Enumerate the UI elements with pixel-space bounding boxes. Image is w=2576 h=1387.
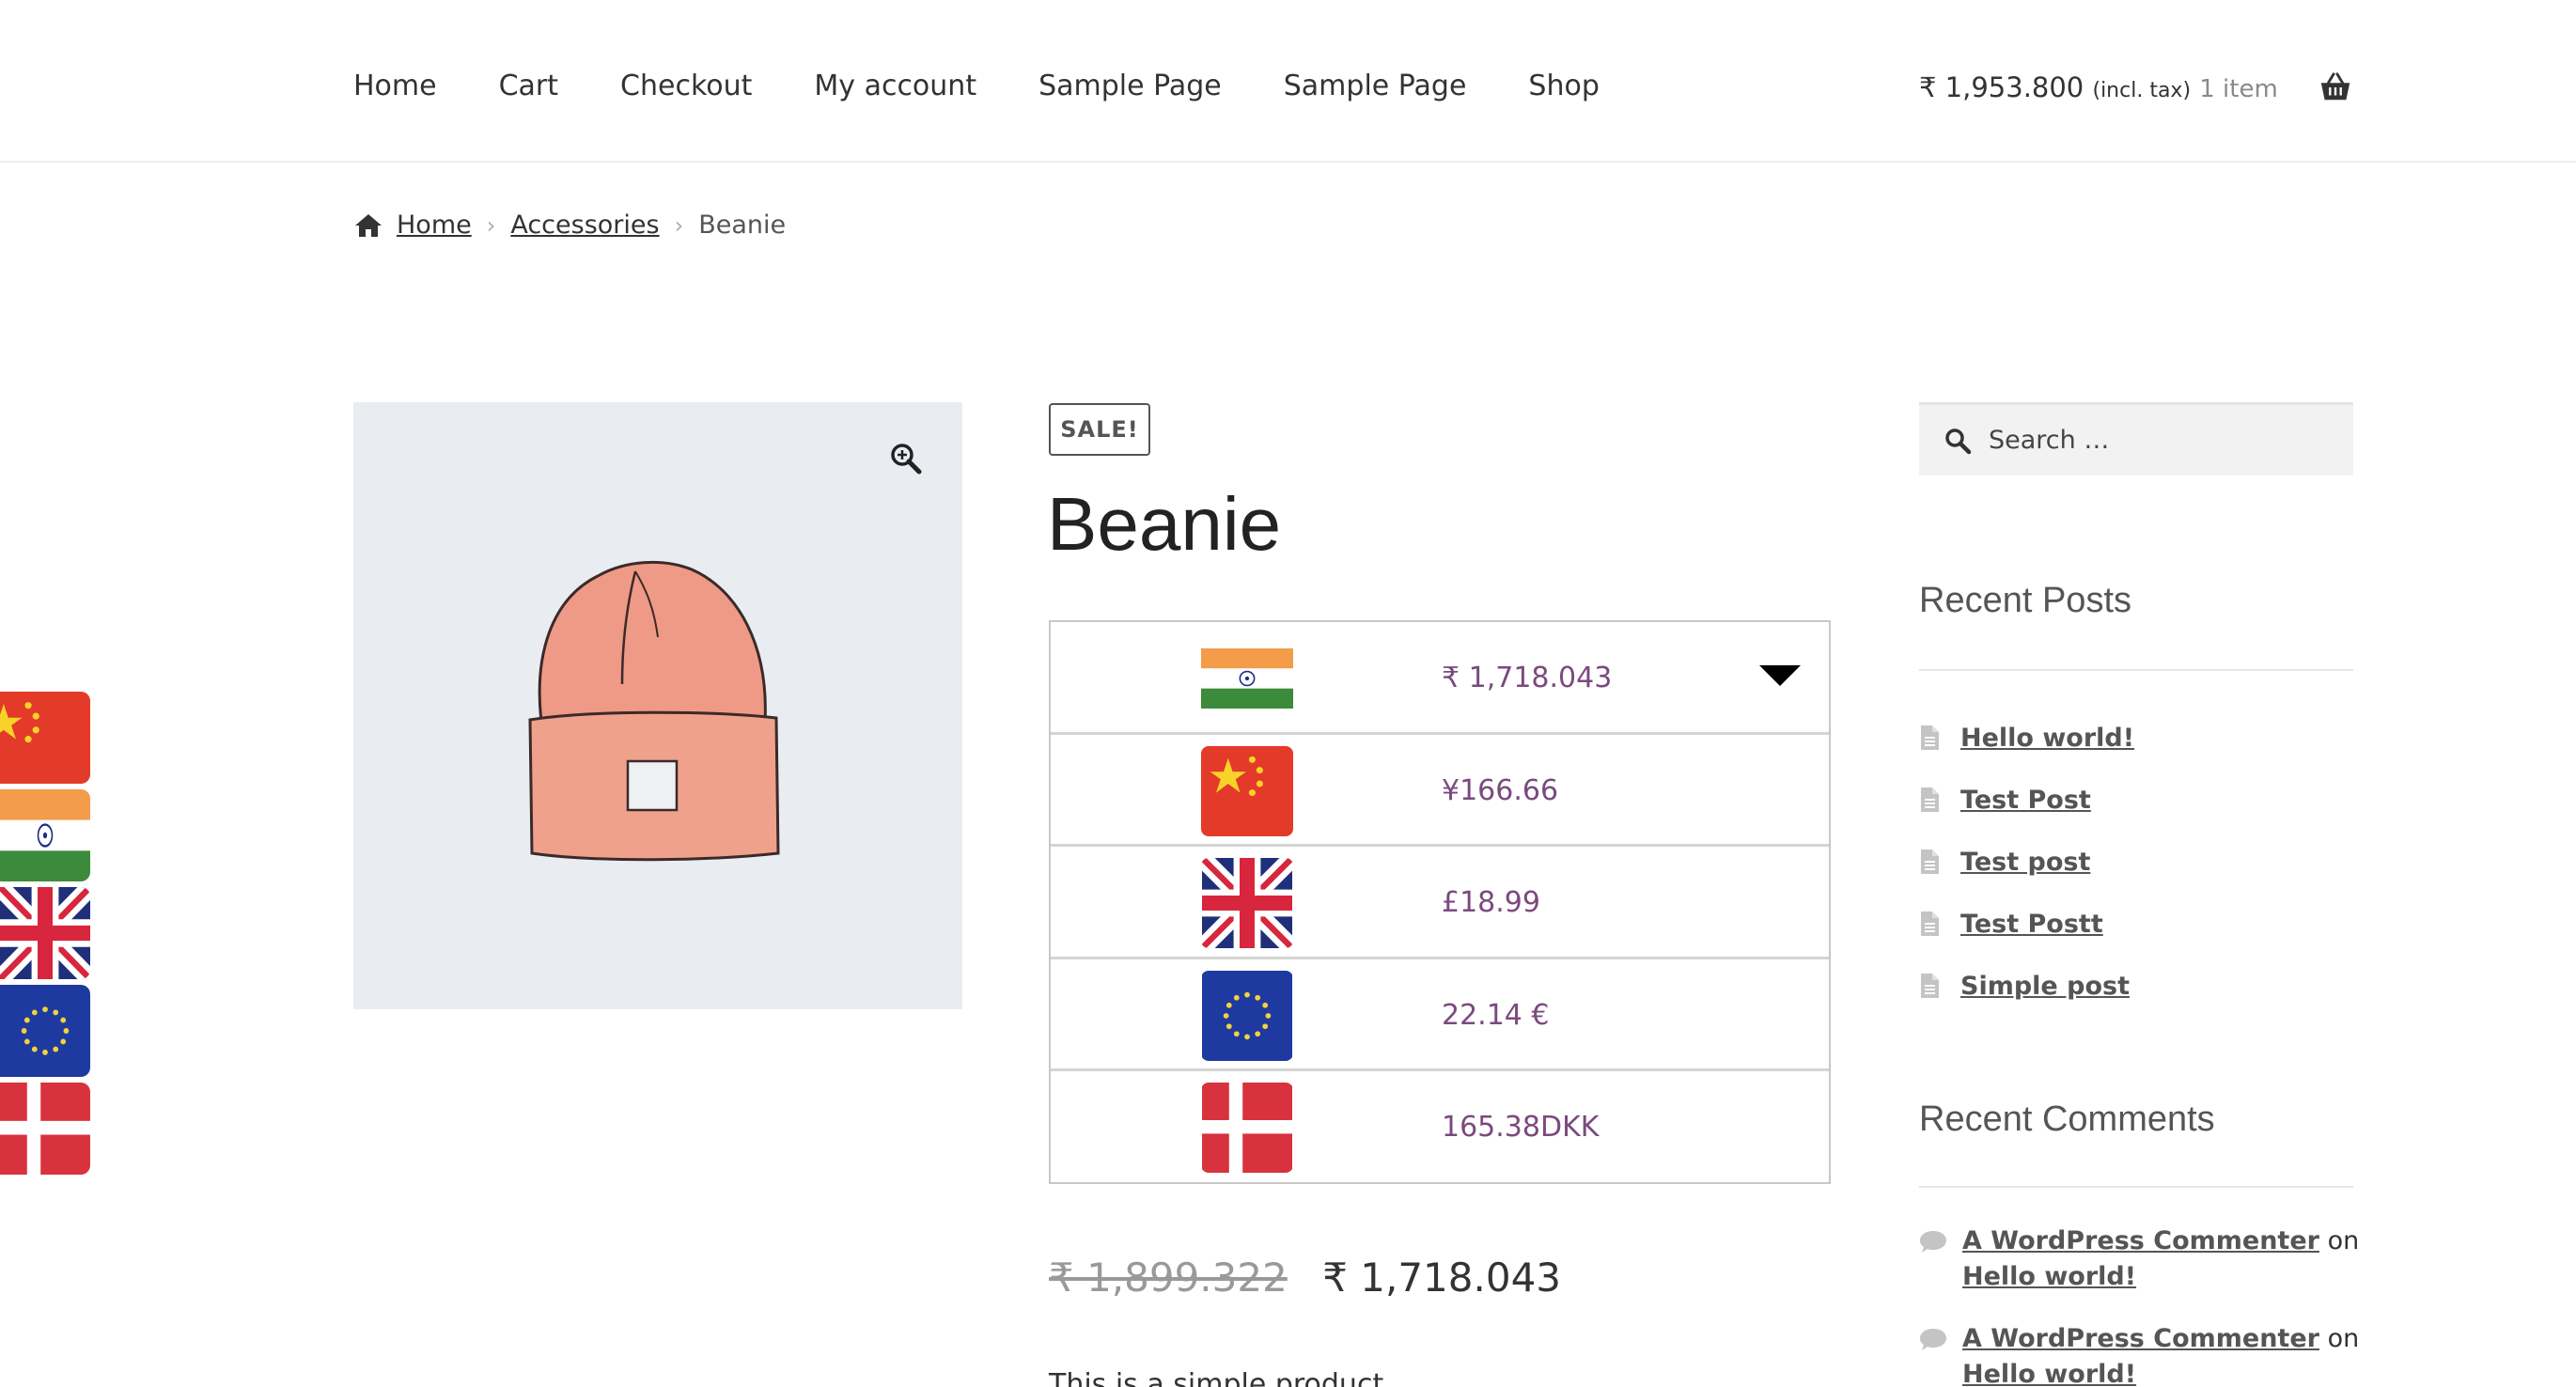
search-icon (1945, 428, 1972, 454)
breadcrumb-home[interactable]: Home (397, 210, 472, 240)
product-price: ₹ 1,899.322 ₹ 1,718.043 (1049, 1255, 1561, 1301)
uk-flag-icon (1201, 858, 1293, 948)
search-form[interactable] (1919, 402, 2353, 475)
document-icon (1921, 912, 1939, 936)
denmark-flag-icon (1201, 1083, 1293, 1173)
nav-checkout[interactable]: Checkout (620, 70, 752, 102)
document-icon (1921, 974, 1939, 998)
cart-item-count: 1 item (2199, 75, 2278, 103)
product-gallery-image[interactable] (353, 402, 962, 1009)
currency-switcher-dropdown[interactable]: ₹ 1,718.043 ¥166.66 £18.99 22.14 € 165.3… (1049, 620, 1831, 1184)
list-item: Simple post (1919, 955, 2134, 1017)
recent-posts-list: Hello world! Test Post Test post Test Po… (1919, 707, 2134, 1017)
list-item: Test Post (1919, 769, 2134, 831)
list-item: Hello world! (1919, 707, 2134, 769)
comment-author-link[interactable]: A WordPress Commenter (1962, 1324, 2319, 1353)
breadcrumb-separator: › (674, 211, 684, 239)
list-item: Test Postt (1919, 893, 2134, 955)
product-short-description: This is a simple product. (1049, 1368, 1393, 1387)
comment-author-link[interactable]: A WordPress Commenter (1962, 1226, 2319, 1255)
breadcrumb: Home › Accessories › Beanie (353, 210, 786, 240)
document-icon (1921, 725, 1939, 750)
currency-price: ¥166.66 (1442, 773, 1559, 807)
divider (1919, 1186, 2353, 1188)
document-icon (1921, 787, 1939, 812)
comment-icon (1920, 1231, 1946, 1253)
currency-option-cny[interactable]: ¥166.66 (1051, 735, 1829, 847)
nav-my-account[interactable]: My account (814, 70, 976, 102)
floating-flag-gbp[interactable] (0, 887, 90, 979)
comment-on-text: on (2327, 1226, 2360, 1255)
recent-comments-list: A WordPress Commenter on Hello world! A … (1919, 1223, 2370, 1387)
breadcrumb-accessories[interactable]: Accessories (510, 210, 659, 240)
recent-post-link[interactable]: Test Post (1960, 786, 2091, 815)
beanie-product-image (528, 560, 780, 862)
currency-price: 165.38DKK (1442, 1111, 1600, 1144)
floating-flag-inr[interactable] (0, 789, 90, 881)
nav-cart[interactable]: Cart (499, 70, 558, 102)
floating-flag-dkk[interactable] (0, 1083, 90, 1175)
comment-post-link[interactable]: Hello world! (1962, 1360, 2136, 1387)
nav-home[interactable]: Home (353, 70, 437, 102)
currency-option-dkk[interactable]: 165.38DKK (1051, 1071, 1829, 1184)
header-cart-total[interactable]: ₹ 1,953.800 (incl. tax) 1 item (1919, 71, 2278, 103)
floating-flag-cny[interactable] (0, 692, 90, 784)
eu-flag-icon (1201, 971, 1293, 1061)
recent-post-link[interactable]: Simple post (1960, 972, 2130, 1001)
sale-badge: SALE! (1049, 403, 1150, 456)
cart-tax-note: (incl. tax) (2092, 79, 2192, 102)
uk-flag-icon (0, 887, 90, 979)
china-flag-icon (1201, 746, 1293, 836)
cart-amount: ₹ 1,953.800 (1919, 71, 2084, 103)
nav-shop[interactable]: Shop (1528, 70, 1599, 102)
india-flag-icon (0, 789, 90, 881)
floating-currency-switcher (0, 692, 90, 1180)
divider (1919, 669, 2353, 671)
breadcrumb-separator: › (486, 211, 496, 239)
zoom-icon[interactable] (889, 442, 923, 475)
breadcrumb-current: Beanie (698, 210, 787, 240)
recent-post-link[interactable]: Hello world! (1960, 724, 2134, 753)
currency-price: ₹ 1,718.043 (1442, 662, 1613, 694)
comment-on-text: on (2327, 1324, 2360, 1353)
document-icon (1921, 849, 1939, 874)
floating-flag-eur[interactable] (0, 985, 90, 1077)
site-header: Home Cart Checkout My account Sample Pag… (0, 0, 2576, 163)
basket-icon[interactable] (2318, 70, 2353, 105)
comment-post-link[interactable]: Hello world! (1962, 1262, 2136, 1291)
home-icon (355, 213, 382, 237)
comment-icon (1920, 1329, 1946, 1350)
nav-sample-page-1[interactable]: Sample Page (1038, 70, 1222, 102)
currency-option-eur[interactable]: 22.14 € (1051, 959, 1829, 1071)
currency-option-inr[interactable]: ₹ 1,718.043 (1051, 622, 1829, 735)
india-flag-icon (1201, 633, 1293, 724)
regular-price: ₹ 1,899.322 (1049, 1255, 1288, 1301)
list-item: A WordPress Commenter on Hello world! (1919, 1223, 2370, 1295)
recent-post-link[interactable]: Test Postt (1960, 910, 2103, 939)
currency-price: 22.14 € (1442, 998, 1550, 1032)
sale-price: ₹ 1,718.043 (1322, 1255, 1562, 1301)
search-input[interactable] (1989, 426, 2346, 455)
eu-flag-icon (0, 985, 90, 1077)
recent-comments-title: Recent Comments (1919, 1099, 2215, 1139)
list-item: Test post (1919, 831, 2134, 893)
recent-posts-title: Recent Posts (1919, 581, 2131, 620)
denmark-flag-icon (0, 1083, 90, 1175)
currency-price: £18.99 (1442, 886, 1540, 919)
product-title: Beanie (1047, 482, 1282, 566)
nav-sample-page-2[interactable]: Sample Page (1284, 70, 1467, 102)
chevron-down-icon[interactable] (1759, 665, 1801, 686)
china-flag-icon (0, 692, 90, 784)
list-item: A WordPress Commenter on Hello world! (1919, 1321, 2370, 1387)
primary-navigation: Home Cart Checkout My account Sample Pag… (353, 70, 1600, 102)
recent-post-link[interactable]: Test post (1960, 848, 2090, 877)
currency-option-gbp[interactable]: £18.99 (1051, 847, 1829, 959)
